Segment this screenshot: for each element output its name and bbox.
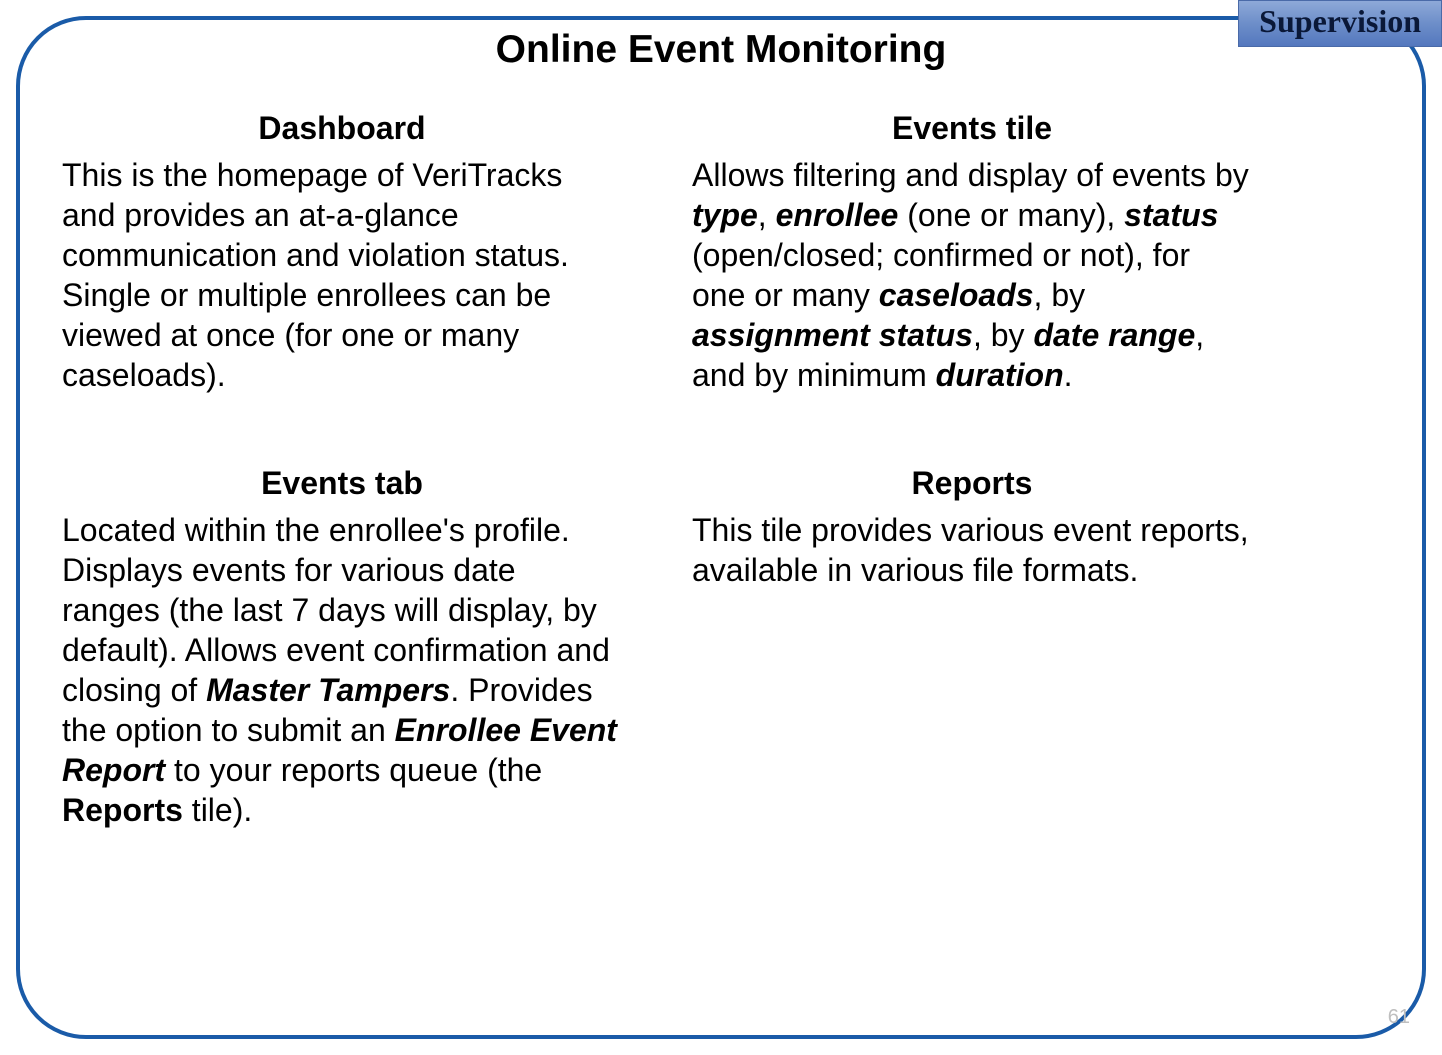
text-part: Allows filtering and display of events b… [692,157,1249,193]
text-part: tile). [183,792,252,828]
section-events-tile: Events tile Allows filtering and display… [692,110,1252,395]
emphasis-status: status [1124,197,1218,233]
emphasis-enrollee: enrollee [776,197,899,233]
category-tab: Supervision [1238,0,1442,47]
emphasis-master-tampers: Master Tampers [206,672,450,708]
section-body: This tile provides various event reports… [692,510,1252,590]
text-part: . [1064,357,1073,393]
text-part: , [758,197,776,233]
section-heading: Reports [692,465,1252,502]
section-body: Located within the enrollee's profile. D… [62,510,622,830]
bold-reports: Reports [62,792,183,828]
section-heading: Dashboard [62,110,622,147]
slide-title: Online Event Monitoring [0,28,1442,72]
section-body: This is the homepage of VeriTracks and p… [62,155,622,395]
section-heading: Events tile [692,110,1252,147]
page-number: 61 [1388,1006,1410,1029]
text-part: to your reports queue (the [165,752,542,788]
section-events-tab: Events tab Located within the enrollee's… [62,465,622,830]
emphasis-type: type [692,197,758,233]
emphasis-duration: duration [936,357,1064,393]
emphasis-assignment-status: assignment status [692,317,973,353]
section-dashboard: Dashboard This is the homepage of VeriTr… [62,110,622,395]
text-part: , by [1034,277,1086,313]
section-body: Allows filtering and display of events b… [692,155,1252,395]
content-grid: Dashboard This is the homepage of VeriTr… [62,110,1382,830]
section-reports: Reports This tile provides various event… [692,465,1252,830]
emphasis-date-range: date range [1033,317,1195,353]
emphasis-caseloads: caseloads [879,277,1034,313]
section-heading: Events tab [62,465,622,502]
text-part: (one or many), [898,197,1124,233]
text-part: , by [973,317,1033,353]
